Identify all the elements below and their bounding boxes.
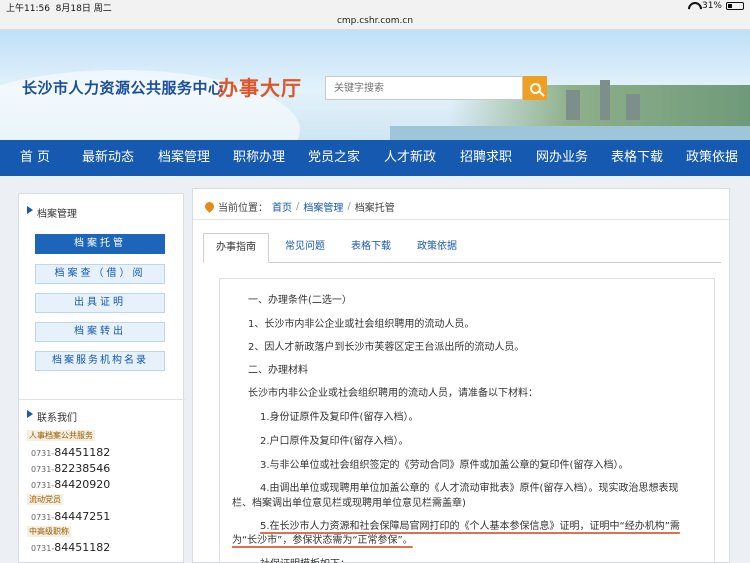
sidebar-item-archive-transfer[interactable]: 档案转出: [35, 322, 165, 342]
breadcrumb-section[interactable]: 档案管理: [303, 199, 343, 214]
nav-titles[interactable]: 职称办理: [222, 140, 296, 176]
contact-phone: 0731-82238546: [31, 462, 111, 475]
left-sidebar: 档案管理 档案托管 档案查（借）阅 出具证明 档案转出 档案服务机构名录 联系我…: [18, 193, 185, 563]
content-text: 社保证明模板如下：: [260, 555, 350, 563]
banner-building: [626, 94, 640, 120]
banner-building: [566, 90, 580, 120]
site-banner: 长沙市人力资源公共服务中心 办事大厅: [0, 30, 750, 140]
content-text: 3.与非公单位或社会组织签定的《劳动合同》原件或加盖公章的复印件(留存入档）。: [260, 460, 629, 471]
nav-forms[interactable]: 表格下载: [600, 140, 674, 176]
status-bar: 上午11:56 8月18日 周二 31%: [0, 0, 750, 14]
divider: [193, 219, 731, 220]
location-pin-icon: [203, 200, 216, 213]
nav-policy[interactable]: 政策依据: [674, 140, 750, 176]
content-heading: 二、办理材料: [248, 365, 308, 376]
battery-percent: 31%: [701, 1, 722, 11]
contact-title: 联系我们: [37, 413, 77, 424]
arrow-right-icon: [27, 206, 33, 214]
breadcrumb: 当前位置： 首页 / 档案管理 / 档案托管: [203, 199, 395, 214]
breadcrumb-prefix: 当前位置：: [218, 203, 268, 214]
tab-policy[interactable]: 政策依据: [405, 233, 469, 263]
contact-phone: 0731-84451182: [31, 446, 111, 459]
content-text: 1.身份证原件及复印件(留存入档）。: [260, 412, 419, 423]
nav-home[interactable]: 首 页: [0, 140, 70, 176]
nav-party[interactable]: 党员之家: [296, 140, 372, 176]
nav-talent-policy[interactable]: 人才新政: [372, 140, 448, 176]
battery-icon: [726, 2, 744, 10]
guide-content: 一、办理条件(二选一） 1、长沙市内非公企业或社会组织聘用的流动人员。 2、因人…: [219, 278, 715, 563]
search-button[interactable]: [523, 76, 547, 100]
search-box: [325, 76, 547, 100]
contact-header: 联系我们: [19, 399, 185, 429]
tab-faq[interactable]: 常见问题: [273, 233, 337, 263]
contact-phone: 0731-84451182: [31, 541, 111, 554]
content-text: 2、因人才新政落户到长沙市芙蓉区定王台派出所的流动人员。: [248, 342, 525, 353]
nav-archives[interactable]: 档案管理: [146, 140, 222, 176]
contact-group-label: 人事档案公共服务: [27, 430, 95, 441]
sidebar-item-agency-directory[interactable]: 档案服务机构名录: [35, 351, 165, 371]
sidebar-item-archive-custody[interactable]: 档案托管: [35, 234, 165, 254]
content-text: 2.户口原件及复印件(留存入档）。: [260, 436, 409, 447]
breadcrumb-separator: /: [296, 201, 300, 212]
site-hall-title: 办事大厅: [218, 76, 302, 100]
content-text: 1、长沙市内非公企业或社会组织聘用的流动人员。: [248, 319, 475, 330]
address-bar[interactable]: cmp.cshr.com.cn: [0, 14, 750, 30]
sidebar-header: 档案管理: [19, 194, 185, 228]
content-text: 栏、档案调出单位意见栏或现聘用单位意见栏需盖章): [232, 498, 466, 509]
content-text-highlighted: 5.在长沙市人力资源和社会保障局官网打印的《个人基本参保信息》证明，证明中“经办…: [260, 521, 680, 532]
breadcrumb-home[interactable]: 首页: [272, 199, 292, 214]
wifi-icon: [688, 2, 698, 10]
contact-phone: 0731-84420920: [31, 478, 111, 491]
search-input[interactable]: [325, 76, 523, 100]
tab-forms[interactable]: 表格下载: [339, 233, 403, 263]
tab-guide[interactable]: 办事指南: [203, 233, 269, 263]
breadcrumb-separator: /: [347, 201, 351, 212]
sidebar-item-certificate[interactable]: 出具证明: [35, 293, 165, 313]
content-text: 长沙市内非公企业或社会组织聘用的流动人员，请准备以下材料：: [248, 388, 538, 399]
contact-phone: 0731-84447251: [31, 510, 111, 523]
banner-building: [600, 80, 610, 120]
site-title[interactable]: 长沙市人力资源公共服务中心: [22, 77, 224, 98]
status-right: 31%: [688, 1, 744, 11]
main-nav: 首 页 最新动态 档案管理 职称办理 党员之家 人才新政 招聘求职 网办业务 表…: [0, 140, 750, 176]
breadcrumb-current: 档案托管: [354, 203, 395, 214]
content-text-highlighted: 为“长沙市”，参保状态需为“正常参保”。: [232, 535, 413, 546]
content-text: 4.由调出单位或现聘用单位加盖公章的《人才流动审批表》原件(留存入档）。现实政治…: [260, 483, 679, 494]
nav-online-service[interactable]: 网办业务: [524, 140, 600, 176]
banner-river: [390, 126, 750, 140]
nav-news[interactable]: 最新动态: [70, 140, 146, 176]
sidebar-title: 档案管理: [37, 209, 77, 220]
content-heading: 一、办理条件(二选一）: [248, 295, 352, 306]
status-time: 上午11:56 8月18日 周二: [6, 4, 112, 14]
contact-group-label: 中高级职称: [27, 526, 71, 537]
nav-recruitment[interactable]: 招聘求职: [448, 140, 524, 176]
main-panel: 当前位置： 首页 / 档案管理 / 档案托管 办事指南 常见问题 表格下载 政策…: [192, 188, 731, 563]
search-icon: [529, 82, 541, 94]
arrow-right-icon: [27, 410, 33, 418]
contact-group-label: 流动党员: [27, 494, 63, 505]
sidebar-item-archive-lookup[interactable]: 档案查（借）阅: [35, 264, 165, 284]
